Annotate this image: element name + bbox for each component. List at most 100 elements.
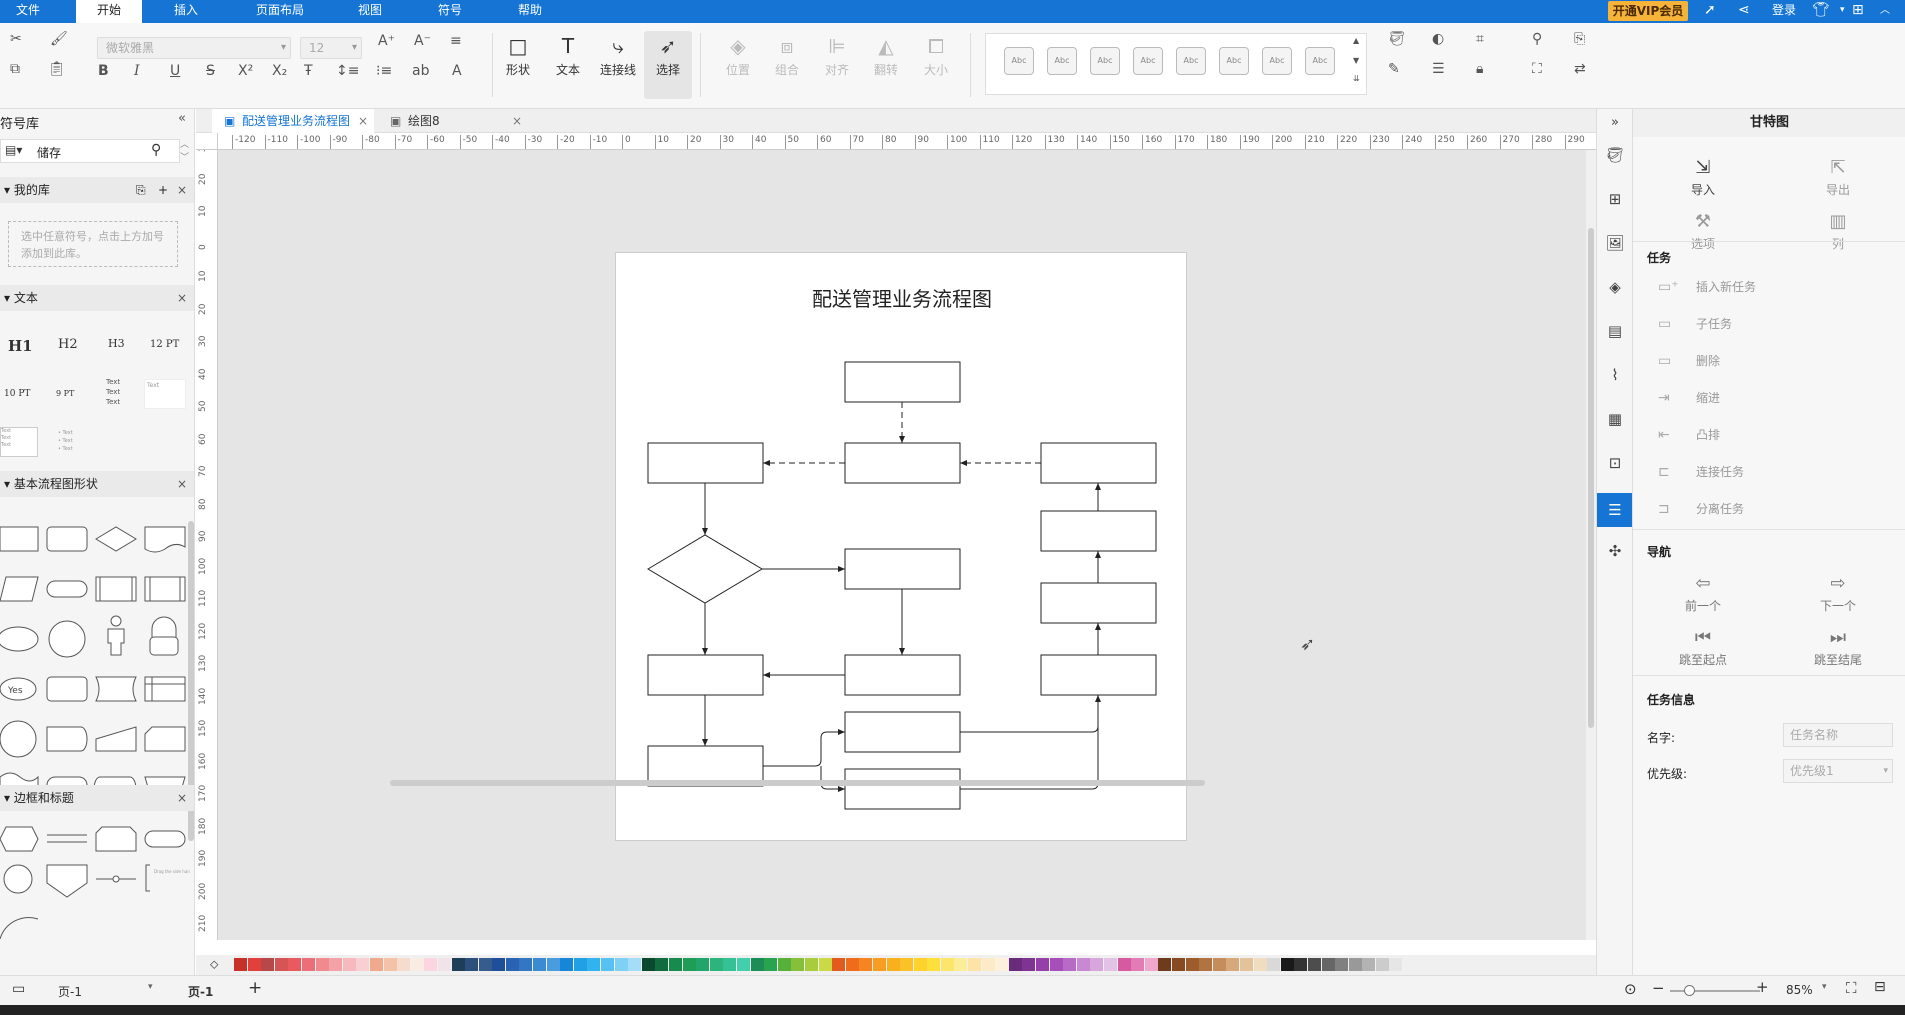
expand-icon[interactable]: ⇊: [1353, 74, 1360, 83]
color-swatch[interactable]: [1226, 958, 1240, 971]
position-button[interactable]: ◈ 位置: [714, 31, 762, 99]
color-swatch[interactable]: [1036, 958, 1050, 971]
text-h3[interactable]: H3: [108, 337, 125, 350]
close-icon[interactable]: ×: [358, 109, 368, 133]
zoom-out-icon[interactable]: −: [1652, 979, 1665, 997]
color-swatch[interactable]: [478, 958, 492, 971]
next-button[interactable]: ⇨ 下一个: [1803, 571, 1873, 614]
color-swatch[interactable]: [356, 958, 370, 971]
color-swatch[interactable]: [410, 958, 424, 971]
grid-icon[interactable]: ⊞: [1603, 187, 1627, 211]
chevron-down-icon[interactable]: ▾: [1822, 982, 1827, 992]
scroll-up-icon[interactable]: ▲: [1353, 36, 1359, 45]
color-swatch[interactable]: [832, 958, 846, 971]
options-button[interactable]: ⚒ 选项: [1668, 209, 1738, 252]
color-swatch[interactable]: [736, 958, 750, 971]
mindmap-icon[interactable]: ✣: [1603, 539, 1627, 563]
fit-icon[interactable]: ⛶: [1532, 61, 1542, 77]
color-swatch[interactable]: [968, 958, 982, 971]
group-button[interactable]: ⧈ 组合: [763, 31, 811, 99]
color-swatch[interactable]: [954, 958, 968, 971]
color-swatch[interactable]: [995, 958, 1009, 971]
strikethrough-icon[interactable]: S: [206, 63, 215, 79]
dropdown-icon[interactable]: ▾: [1840, 0, 1845, 23]
find-replace-icon[interactable]: ⎘: [1574, 31, 1585, 47]
send-icon[interactable]: ➚: [1704, 0, 1716, 23]
library-select-icon[interactable]: ▤▾: [5, 143, 22, 157]
play-icon[interactable]: ⊙: [1624, 980, 1637, 998]
gantt-icon[interactable]: ☰: [1597, 493, 1633, 527]
subtask-button[interactable]: ▭ 子任务: [1658, 312, 1732, 336]
indent-button[interactable]: ⇥ 缩进: [1658, 386, 1720, 410]
line-color-icon[interactable]: ✎: [1388, 61, 1400, 77]
close-icon[interactable]: ×: [512, 109, 522, 133]
text-list-sample[interactable]: Text Text Text: [0, 427, 38, 457]
menu-page-layout[interactable]: 页面布局: [240, 0, 320, 23]
color-swatch[interactable]: [587, 958, 601, 971]
delete-task-button[interactable]: ▭ 删除: [1658, 349, 1720, 373]
scroll-up-icon[interactable]: ︿ ﹀: [180, 137, 189, 163]
my-library-header[interactable]: ▾ 我的库 ⎘ + ×: [0, 177, 194, 203]
apps-icon[interactable]: ⊞: [1852, 0, 1864, 23]
tab-drawing8[interactable]: ▣ 绘图8 ×: [378, 109, 528, 133]
insert-task-button[interactable]: ▭⁺ 插入新任务: [1658, 275, 1756, 299]
menu-help[interactable]: 帮助: [504, 0, 556, 23]
chevron-down-icon[interactable]: ▾: [148, 982, 153, 992]
color-swatch[interactable]: [750, 958, 764, 971]
login-button[interactable]: 登录: [1772, 0, 1796, 23]
color-swatch[interactable]: [261, 958, 275, 971]
menu-view[interactable]: 视图: [344, 0, 396, 23]
color-swatch[interactable]: [1362, 958, 1376, 971]
image-icon[interactable]: 🖼︎: [1603, 231, 1627, 255]
search-icon[interactable]: ⚲: [151, 142, 161, 158]
drawing-canvas[interactable]: 配送管理业务流程图 ➶: [218, 150, 1586, 940]
select-button[interactable]: ➶ 选择: [644, 31, 692, 99]
color-swatch[interactable]: [1008, 958, 1022, 971]
chart-icon[interactable]: ⌇: [1603, 363, 1627, 387]
add-icon[interactable]: +: [158, 177, 168, 203]
color-swatch[interactable]: [274, 958, 288, 971]
text-button[interactable]: T 文本: [544, 31, 592, 99]
font-grow-icon[interactable]: A⁺: [378, 33, 395, 49]
close-icon[interactable]: ×: [177, 785, 187, 811]
table-icon[interactable]: ▦: [1603, 407, 1627, 431]
import-icon[interactable]: ⎘: [136, 177, 146, 203]
color-swatch[interactable]: [764, 958, 778, 971]
connector-button[interactable]: ⤷ 连接线: [594, 31, 642, 99]
task-name-input[interactable]: 任务名称: [1783, 723, 1893, 747]
color-swatch[interactable]: [573, 958, 587, 971]
color-swatch[interactable]: [397, 958, 411, 971]
text-9pt[interactable]: 9 PT: [56, 389, 74, 398]
text-10pt[interactable]: 10 PT: [4, 389, 30, 399]
color-swatch[interactable]: [1253, 958, 1267, 971]
color-swatch[interactable]: [900, 958, 914, 971]
color-swatch[interactable]: [1199, 958, 1213, 971]
menu-symbol[interactable]: 符号: [424, 0, 476, 23]
scroll-down-icon[interactable]: ▼: [1353, 56, 1359, 65]
menu-file[interactable]: 文件: [0, 0, 56, 23]
style-swatch[interactable]: Abc: [1176, 47, 1206, 75]
color-swatch[interactable]: [723, 958, 737, 971]
color-swatch[interactable]: [940, 958, 954, 971]
superscript-icon[interactable]: X²: [238, 63, 253, 79]
horizontal-scrollbar[interactable]: [390, 780, 1205, 786]
list-icon[interactable]: ⁝≡: [376, 63, 392, 79]
tab-delivery-flowchart[interactable]: ▣ 配送管理业务流程图 ×: [212, 109, 374, 133]
color-swatch[interactable]: [451, 958, 465, 971]
font-shrink-icon[interactable]: A⁻: [414, 33, 431, 49]
color-swatch[interactable]: [641, 958, 655, 971]
align-button[interactable]: ⊫ 对齐: [813, 31, 861, 99]
color-swatch[interactable]: [927, 958, 941, 971]
no-fill-icon[interactable]: ⬦: [210, 957, 218, 972]
color-swatch[interactable]: [777, 958, 791, 971]
unlink-task-button[interactable]: ⊐ 分离任务: [1658, 497, 1744, 521]
color-swatch[interactable]: [1022, 958, 1036, 971]
color-swatch[interactable]: [859, 958, 873, 971]
bold-icon[interactable]: B: [98, 63, 109, 79]
align-icon[interactable]: ≡: [450, 33, 462, 49]
page-selector[interactable]: 页-1: [58, 983, 82, 1000]
org-icon[interactable]: ⊡: [1603, 451, 1627, 475]
page-icon[interactable]: ▤: [1603, 319, 1627, 343]
text-style-icon[interactable]: Ŧ: [304, 63, 313, 79]
flip-button[interactable]: ◭ 翻转: [862, 31, 910, 99]
